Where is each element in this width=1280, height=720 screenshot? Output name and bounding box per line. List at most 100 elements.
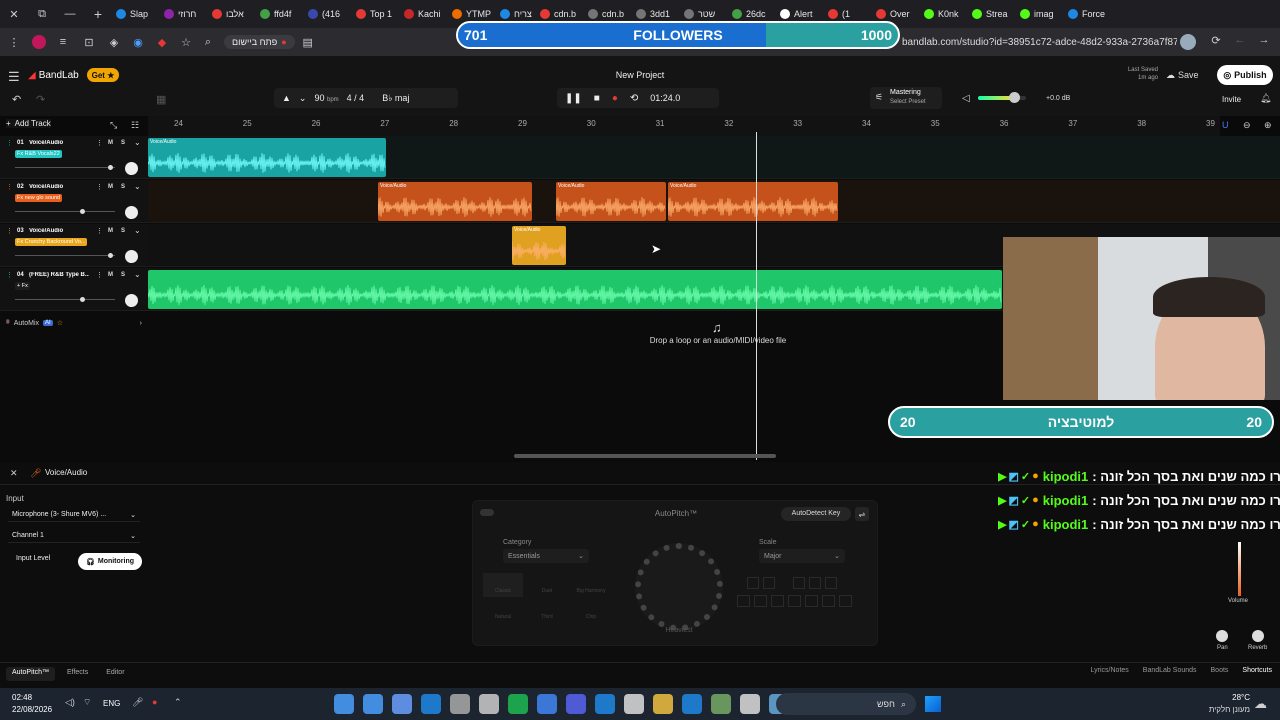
category-select[interactable]: Essentials ⌄ [503, 549, 589, 563]
browser-tab[interactable]: Strea [968, 0, 1016, 28]
track-volume-thumb[interactable] [80, 209, 85, 214]
save-button[interactable]: ☁ Save [1166, 66, 1208, 84]
playhead[interactable] [756, 132, 757, 460]
menu-dots-icon[interactable]: ⋮ [96, 139, 103, 147]
reader-icon[interactable]: ▤ [295, 36, 321, 49]
profile-icon[interactable] [28, 35, 50, 49]
reload-icon[interactable]: ⟳ [1208, 34, 1224, 47]
panel-tab[interactable]: Effects [61, 667, 94, 681]
stop-icon[interactable]: ■ [594, 93, 600, 104]
solo-button[interactable]: S [121, 272, 125, 278]
preset-button[interactable]: Classic [483, 573, 523, 597]
tab-actions-icon[interactable]: ≡ [50, 36, 76, 48]
chevron-down-icon[interactable]: ⌄ [134, 226, 141, 235]
loop-icon[interactable]: ⟲ [630, 93, 638, 104]
taskbar-app-icon[interactable] [740, 694, 760, 714]
snap-icon[interactable]: U [1222, 120, 1229, 130]
time-signature[interactable]: 4 / 4 [347, 93, 365, 103]
browser-tab[interactable]: imag [1016, 0, 1064, 28]
start-button[interactable] [925, 696, 941, 712]
preset-button[interactable]: Natural [483, 599, 523, 623]
browser-tab[interactable]: Top 1 [352, 0, 400, 28]
volume-tray-icon[interactable]: ◁) [65, 697, 75, 708]
track-volume-slider[interactable] [15, 167, 115, 168]
list-view-icon[interactable]: ☷ [131, 120, 139, 131]
solo-button[interactable]: S [121, 140, 125, 146]
pan-knob[interactable] [1216, 630, 1228, 642]
preset-button[interactable]: Third [527, 599, 567, 623]
speaker-icon[interactable]: ◁ [962, 93, 970, 104]
monitoring-button[interactable]: 🎧︎ Monitoring [78, 553, 142, 570]
track-volume-thumb[interactable] [108, 253, 113, 258]
track-header[interactable]: ⋮ 01 Voice/Audio Fx R&B Vocals22 ⋮ M S ⌄ [0, 136, 148, 179]
chevron-down-icon[interactable]: ⌄ [134, 138, 141, 147]
track-handle-icon[interactable]: ⋮ [6, 139, 13, 147]
track-lane[interactable]: Voice/Audio Voice/Audio Voice/Audio [148, 180, 1280, 223]
redo-icon[interactable]: ↷ [36, 93, 45, 106]
microphone-select[interactable]: Microphone (3- Shure MV6) ... ⌄ [8, 508, 140, 522]
taskbar-app-icon[interactable] [595, 694, 615, 714]
taskbar-app-icon[interactable] [711, 694, 731, 714]
add-track-button[interactable]: + Add Track [6, 119, 51, 128]
pitch-knob[interactable] [635, 543, 723, 631]
track-volume-thumb[interactable] [108, 165, 113, 170]
track-volume-thumb[interactable] [80, 297, 85, 302]
preset-button[interactable]: Duet [527, 573, 567, 597]
bpm-value[interactable]: 90 bpm [314, 93, 338, 103]
mute-button[interactable]: M [108, 272, 113, 278]
scale-select[interactable]: Major ⌄ [759, 549, 845, 563]
menu-dots-icon[interactable]: ⋮ [96, 271, 103, 279]
track-fx-chip[interactable]: Fx new glo sound [15, 194, 63, 202]
panel-link[interactable]: BandLab Sounds [1143, 667, 1197, 681]
minimize-icon[interactable]: — [56, 8, 84, 20]
star-icon[interactable]: ☆ [174, 36, 198, 49]
bell-icon[interactable]: 🔔︎ [1260, 93, 1271, 104]
browser-tab[interactable]: K0nk [920, 0, 968, 28]
account-icon[interactable] [1180, 34, 1196, 50]
autodetect-key-button[interactable]: AutoDetect Key [781, 507, 851, 521]
taskbar-app-icon[interactable] [363, 694, 383, 714]
close-icon[interactable]: ✕ [0, 8, 28, 21]
taskbar-app-icon[interactable] [508, 694, 528, 714]
mic-tray-icon[interactable]: 🎤︎ [132, 697, 143, 708]
reverb-knob[interactable] [1252, 630, 1264, 642]
settings-sliders-icon[interactable]: ⇌ [855, 507, 869, 521]
taskbar-app-icon[interactable] [421, 694, 441, 714]
forward-icon[interactable]: → [1256, 34, 1272, 46]
audio-clip[interactable]: Voice/Audio [512, 226, 566, 265]
track-fx-chip[interactable]: Fx R&B Vocals22 [15, 150, 62, 158]
track-fx-chip[interactable]: + Fx [15, 282, 30, 290]
ext-icon[interactable]: ◉ [126, 36, 150, 49]
track-name[interactable]: Voice/Audio [29, 228, 89, 234]
track-pan-knob[interactable] [125, 250, 138, 263]
project-title[interactable]: New Project [600, 70, 680, 80]
track-name[interactable]: Voice/Audio [29, 140, 89, 146]
zoom-in-icon[interactable]: ⊕ [1264, 120, 1272, 131]
horizontal-scrollbar[interactable] [514, 454, 776, 458]
browser-tab[interactable]: ffd4f [256, 0, 304, 28]
track-volume-slider[interactable] [15, 299, 115, 300]
chevron-down-icon[interactable]: ⌄ [134, 270, 141, 279]
close-panel-icon[interactable]: ✕ [10, 468, 18, 479]
hamburger-icon[interactable]: ☰ [8, 69, 20, 85]
publish-button[interactable]: ◎ Publish [1217, 65, 1273, 85]
audio-clip[interactable] [148, 270, 1002, 309]
taskbar-app-icon[interactable] [682, 694, 702, 714]
taskbar-app-icon[interactable] [653, 694, 673, 714]
browser-tab[interactable]: Kachi [400, 0, 448, 28]
track-pan-knob[interactable] [125, 162, 138, 175]
chevron-down-icon[interactable]: ⌄ [134, 182, 141, 191]
extensions-icon[interactable]: ⊡ [76, 36, 102, 49]
automix-row[interactable]: ⩩ AutoMix AI ☆ › [0, 316, 148, 330]
track-pan-knob[interactable] [125, 294, 138, 307]
menu-dots-icon[interactable]: ⋮ [0, 36, 28, 49]
new-tab-icon[interactable]: + [84, 6, 112, 22]
panel-link[interactable]: Shortcuts [1242, 667, 1272, 681]
wifi-tray-icon[interactable]: ⌔ [83, 697, 91, 708]
chevron-up-icon[interactable]: ⌃ [174, 697, 182, 708]
menu-dots-icon[interactable]: ⋮ [96, 227, 103, 235]
track-volume-slider[interactable] [15, 255, 115, 256]
browser-tab[interactable]: חרוזי [160, 0, 208, 28]
track-handle-icon[interactable]: ⋮ [6, 227, 13, 235]
track-header[interactable]: ⋮ 04 (FREE) R&B Type B... + Fx ⋮ M S ⌄ [0, 268, 148, 311]
